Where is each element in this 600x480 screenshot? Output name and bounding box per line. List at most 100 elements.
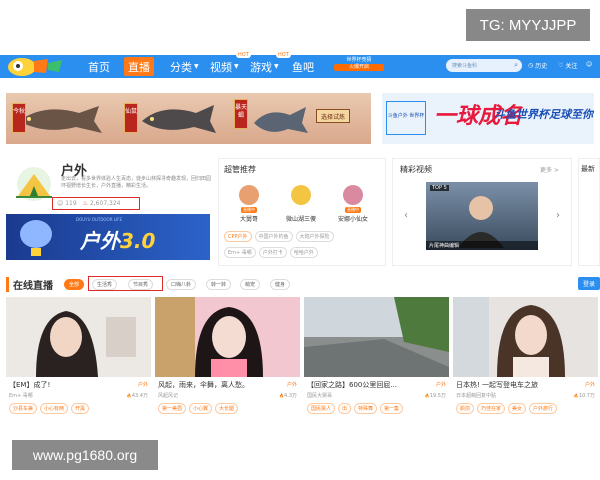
douyu-logo[interactable] [4,55,66,78]
avatar [291,185,311,205]
room-card[interactable]: 【回家之路】600公里回屁... 户外 国民大舅哥 19.5万 国民舅人 出 特… [304,297,449,422]
room-category: 户外 [137,382,148,388]
videos-more-link[interactable]: 更多 > [540,165,559,174]
recommend-tag[interactable]: 中国户外钓鱼 [254,231,293,242]
room-tags: 沙县车兼 小心有两 开黑 [9,403,90,414]
filter-highlight-box [88,276,163,291]
nav-live[interactable]: 直播 [124,57,154,76]
recommend-tags-row1: CPP户外 中国户外钓鱼 大炮户外探险 [224,231,334,242]
live-title: 在线直播 [6,276,53,292]
room-anchor: 风起风记 [158,393,179,399]
filter-gossip[interactable]: 口嗨八卦 [166,279,197,290]
promo-line1: 世界杯竞猜 [346,57,372,63]
filter-spin[interactable]: 转一转 [206,279,232,290]
room-card[interactable]: 【EM】成了! 户外 Em+ 毒哪 43.4万 沙县车兼 小心有两 开黑 [6,297,151,422]
room-tag[interactable]: 特殊舞 [354,403,378,414]
room-tags: 第一美眉 小心翼 大长腿 [158,403,239,414]
person-icon: ☺ [57,200,64,207]
room-tag[interactable]: 户外旅行 [529,403,558,414]
room-title: 【回家之路】600公里回屁... [307,381,398,389]
history-button[interactable]: ◷ 历史 [528,61,547,70]
room-card[interactable]: 日本热! 一起写登电车之旅 户外 日本超萌回复中贴 10.7万 颜前 巧佳在家 … [453,297,598,422]
user-avatar[interactable]: ☺ [586,61,592,68]
fire-icon: ♨ [82,200,89,207]
outdoor-banner-title-a: 户外 [80,229,120,253]
video-thumbnail[interactable]: TOP 5 片尾神曲编辑 [426,182,538,250]
recommend-anchor[interactable]: . 微山湖三傻 [278,185,324,223]
category-stats: ☺ 119 ♨ 2,607,324 [52,197,140,210]
room-heat: 43.4万 [127,392,148,399]
choose-trial-button[interactable]: 选择试炼 [316,109,350,123]
room-card[interactable]: 风起，雨来，伞舞，离人愁。 户外 风起风记 4.3万 第一美眉 小心翼 大长腿 [155,297,300,422]
room-tag[interactable]: 小心翼 [189,403,213,414]
live-badge: 直播中 [345,207,361,213]
recommend-anchor[interactable]: 直播中 安娜小仙女 [330,185,376,223]
nav-video[interactable]: 视频 ▼ [206,57,243,76]
monster-fish-image [142,105,216,133]
promo-line2: 火爆开启 [334,64,384,71]
filter-pets[interactable]: 萌宠 [240,279,261,290]
room-tag[interactable]: 沙县车兼 [9,403,38,414]
recommend-tag[interactable]: CPP户外 [224,231,252,242]
room-tag[interactable]: 国民舅人 [307,403,336,414]
recommend-tag[interactable]: 哈哈户外 [289,247,318,258]
latest-title: 最新 [581,165,595,173]
room-thumbnail [6,297,151,377]
filter-all[interactable]: 全部 [64,279,85,290]
recommend-tag[interactable]: 户外打卡 [258,247,287,258]
room-title: 风起，雨来，伞舞，离人愁。 [158,381,249,389]
room-title: 【EM】成了! [9,381,51,389]
search-input[interactable]: 搜索斗鱼科 ⌕ [446,59,522,72]
nav-category[interactable]: 分类 ▼ [166,57,203,76]
room-tag[interactable]: 第一美眉 [158,403,187,414]
anchor-name: 大舅哥 [239,216,258,223]
anchor-name: 微山湖三傻 [285,216,316,223]
room-thumbnail [453,297,598,377]
room-tag[interactable]: 小心有两 [40,403,69,414]
worldcup-banner[interactable]: 斗鱼户外 世界杯 一球成名 斗鱼世界杯足球至你 [382,93,594,144]
nav-yuba[interactable]: 鱼吧 [288,57,318,76]
room-tags: 国民舅人 出 特殊舞 第一集 [307,403,404,414]
room-tag[interactable]: 大长腿 [215,403,239,414]
outdoor-banner[interactable]: DOUYU OUTDOOR LIFE 户外3.0 [6,214,210,260]
recommend-tag[interactable]: 大炮户外探险 [295,231,334,242]
outdoor-banner-title-b: 3.0 [120,229,156,253]
room-tag[interactable]: 颜前 [456,403,475,414]
follow-button[interactable]: ♡ 关注 [558,61,577,70]
recommend-anchor[interactable]: 直播中 大舅哥 [226,185,272,223]
chevron-right-icon[interactable]: › [556,210,560,221]
heat-count: ♨ 2,607,324 [83,200,121,207]
tent-icon [16,167,52,201]
heat-value: 2,607,324 [89,200,121,207]
videos-title: 精彩视频 [400,165,432,174]
hot-air-balloon-image [20,220,52,256]
room-tag[interactable]: 第一集 [380,403,404,414]
chevron-left-icon[interactable]: ‹ [404,210,408,221]
nav-home[interactable]: 首页 [84,57,114,76]
followers-value: 119 [65,200,77,207]
worldcup-promo[interactable]: 世界杯竞猜 火爆开启 [334,57,384,77]
streamer-image [453,297,598,377]
search-icon[interactable]: ⌕ [514,61,518,70]
chevron-down-icon: ▼ [274,63,279,70]
banner-tag: 暴天蝎 [234,99,248,129]
avatar [239,185,259,205]
top-rank-label: TOP 5 [430,185,449,191]
outdoor-banner-title: 户外3.0 [80,225,155,254]
room-tag[interactable]: 巧佳在家 [477,403,506,414]
street-image [304,297,449,377]
login-button[interactable]: 登录 [578,277,600,290]
room-tag[interactable]: 出 [338,403,352,414]
filter-fitness[interactable]: 健身 [270,279,291,290]
event-banner[interactable]: 今秋 仙鼠 暴天蝎 选择试炼 [6,93,371,144]
anchor-name: 安娜小仙女 [337,216,368,223]
nav-category-label: 分类 [170,60,192,74]
monster-fish-image [19,106,102,133]
nav-game[interactable]: 游戏 ▼ [246,57,283,76]
room-tag[interactable]: 美女 [508,403,527,414]
room-tag[interactable]: 开黑 [71,403,90,414]
recommend-tag[interactable]: Em+ 毒哪 [224,247,256,258]
search-placeholder: 搜索斗鱼科 [452,63,478,69]
live-header: 在线直播 [6,276,53,292]
streamer-image [458,196,504,248]
